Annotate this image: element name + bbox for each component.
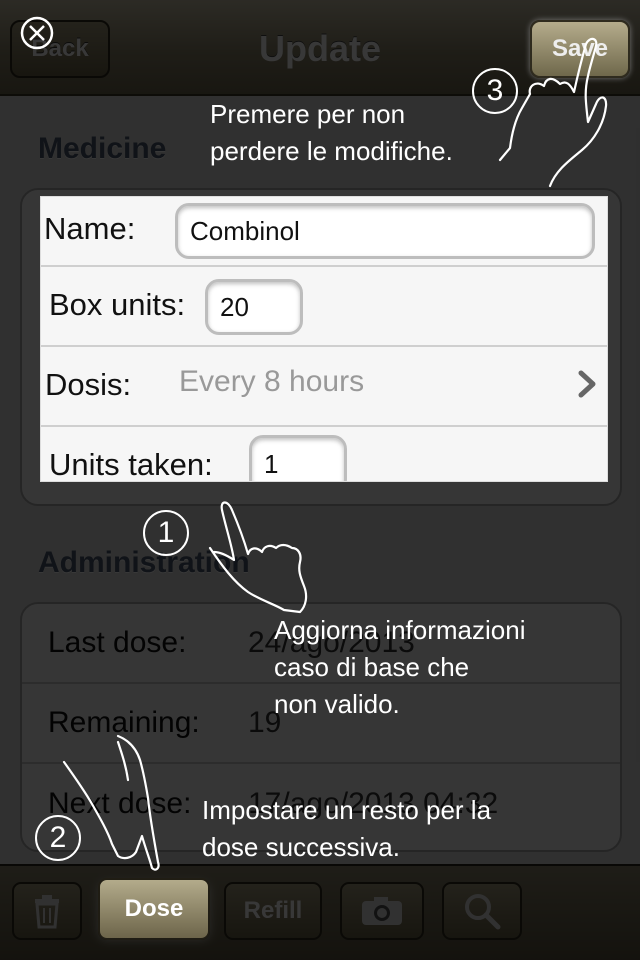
- hand-pointer-icon: [62, 734, 160, 871]
- pointing-hands: [62, 37, 608, 871]
- hand-pointer-icon: [498, 37, 608, 188]
- hand-pointer-icon: [208, 501, 308, 614]
